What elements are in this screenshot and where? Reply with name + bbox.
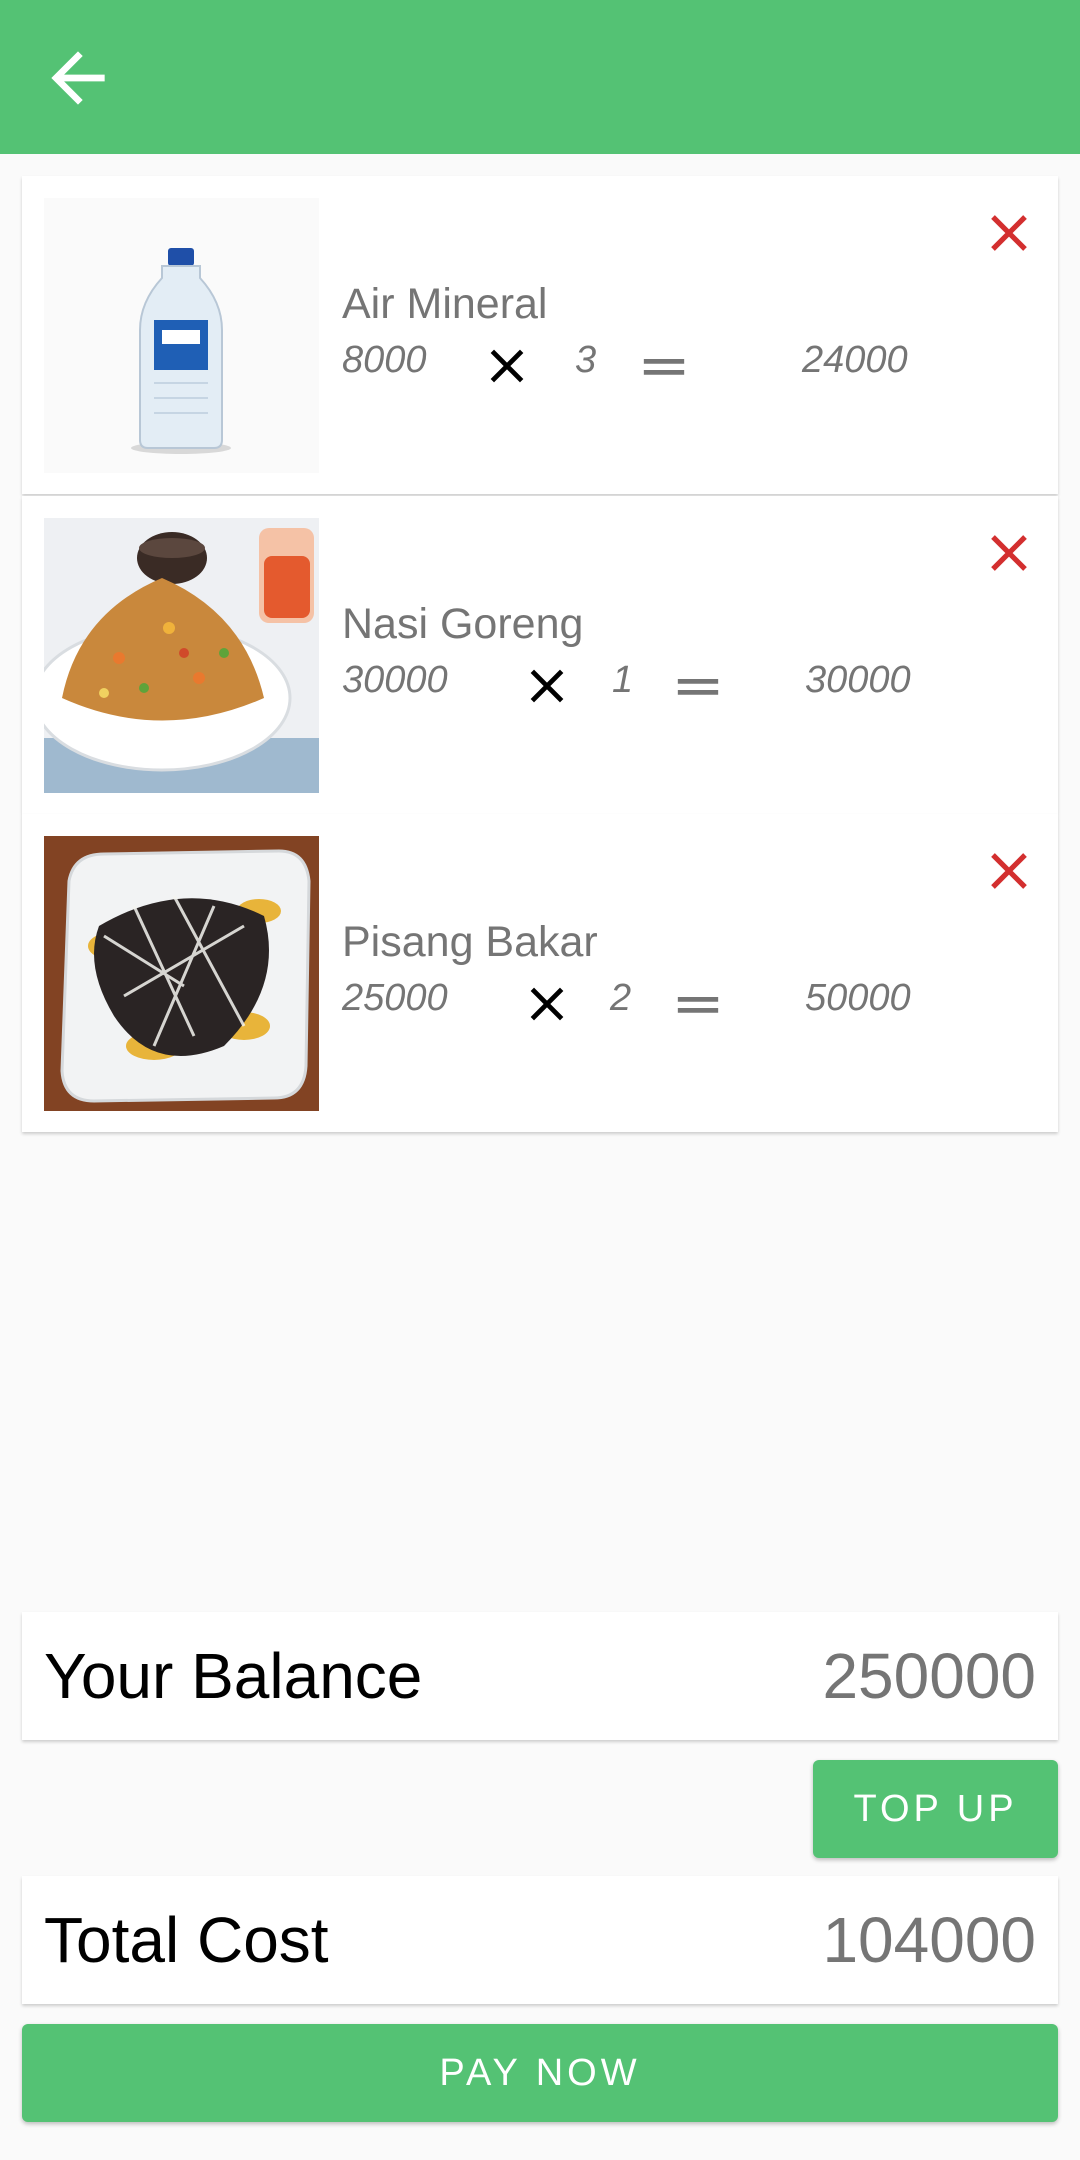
close-icon — [991, 215, 1027, 251]
item-name: Pisang Bakar — [342, 918, 598, 966]
multiply-icon — [530, 987, 564, 1021]
total-cost-label: Total Cost — [44, 1904, 329, 1976]
multiply-icon — [490, 349, 524, 383]
arrow-back-icon — [51, 51, 105, 105]
balance-value: 250000 — [822, 1640, 1036, 1712]
total-cost-value: 104000 — [822, 1904, 1036, 1976]
item-quantity: 1 — [612, 659, 634, 701]
water-bottle-photo — [44, 198, 319, 473]
top-up-button[interactable]: TOP UP — [813, 1760, 1058, 1858]
item-subtotal: 50000 — [805, 977, 911, 1019]
close-icon — [991, 535, 1027, 571]
equals-icon — [677, 679, 719, 695]
remove-item-button[interactable] — [972, 516, 1046, 590]
fried-rice-photo — [44, 518, 319, 793]
item-quantity: 2 — [610, 977, 632, 1019]
item-name: Nasi Goreng — [342, 600, 584, 648]
item-name: Air Mineral — [342, 280, 548, 328]
equals-icon — [677, 997, 719, 1013]
balance-panel: Your Balance 250000 — [22, 1612, 1058, 1740]
remove-item-button[interactable] — [972, 834, 1046, 908]
cart-item-pisang-bakar: Pisang Bakar 25000 2 50000 — [22, 814, 1058, 1132]
item-price: 8000 — [342, 339, 427, 381]
cart-item-air-mineral: Air Mineral 8000 3 24000 — [22, 176, 1058, 494]
item-image — [44, 198, 319, 473]
total-cost-panel: Total Cost 104000 — [22, 1876, 1058, 2004]
close-icon — [991, 853, 1027, 889]
item-price: 25000 — [342, 977, 448, 1019]
multiply-icon — [530, 669, 564, 703]
item-image — [44, 836, 319, 1111]
remove-item-button[interactable] — [972, 196, 1046, 270]
app-bar — [0, 0, 1080, 154]
pay-now-button[interactable]: PAY NOW — [22, 2024, 1058, 2122]
item-price: 30000 — [342, 659, 448, 701]
cart-item-nasi-goreng: Nasi Goreng 30000 1 30000 — [22, 496, 1058, 814]
item-subtotal: 30000 — [805, 659, 911, 701]
item-subtotal: 24000 — [802, 339, 908, 381]
item-image — [44, 518, 319, 793]
equals-icon — [643, 359, 685, 375]
back-button[interactable] — [30, 30, 126, 126]
grilled-banana-photo — [44, 836, 319, 1111]
balance-label: Your Balance — [44, 1640, 423, 1712]
item-quantity: 3 — [575, 339, 597, 381]
